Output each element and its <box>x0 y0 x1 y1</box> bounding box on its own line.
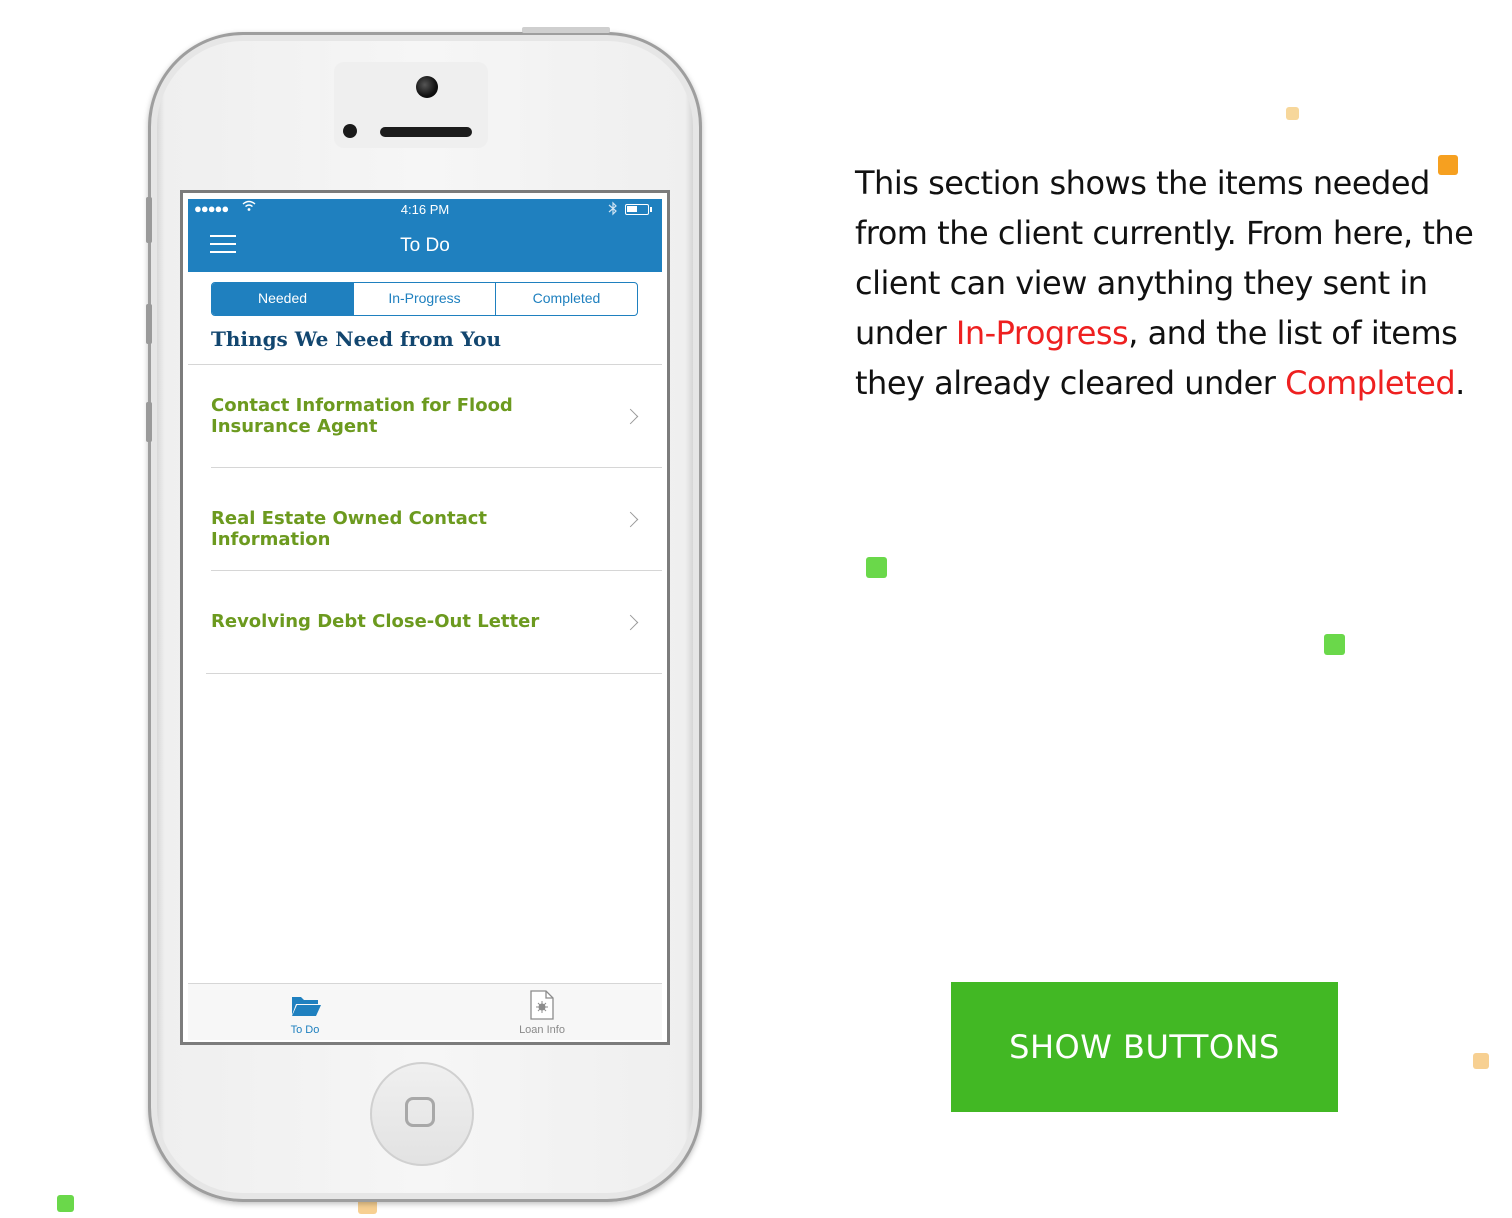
mute-switch <box>146 197 152 243</box>
volume-down-button <box>146 402 152 442</box>
list-item[interactable]: Revolving Debt Close-Out Letter <box>188 571 662 673</box>
show-buttons-button[interactable]: SHOW BUTTONS <box>951 982 1338 1112</box>
divider <box>206 673 662 674</box>
decorative-dot <box>866 557 887 578</box>
battery-icon <box>625 204 649 215</box>
chevron-right-icon <box>622 511 639 528</box>
list-item-label: Real Estate Owned Contact Information <box>211 508 488 550</box>
list-item[interactable]: Real Estate Owned Contact Information <box>188 468 662 570</box>
front-camera <box>416 76 438 98</box>
segment-in-progress[interactable]: In-Progress <box>353 283 495 315</box>
decorative-dot <box>57 1195 74 1212</box>
phone-screen: ●●●●● 4:16 PM To Do Needed In-Progress C… <box>180 190 670 1045</box>
decorative-dot <box>1324 634 1345 655</box>
phone-mockup: ●●●●● 4:16 PM To Do Needed In-Progress C… <box>146 27 702 1202</box>
section-title: Things We Need from You <box>211 327 501 351</box>
battery-tip <box>650 207 652 212</box>
tab-loan-info[interactable]: Loan Info <box>482 984 602 1040</box>
segmented-control: Needed In-Progress Completed <box>211 282 638 316</box>
home-square-icon <box>405 1097 435 1127</box>
volume-up-button <box>146 304 152 344</box>
chevron-right-icon <box>622 614 639 631</box>
description-part: . <box>1455 364 1465 402</box>
proximity-sensor <box>343 124 357 138</box>
nav-title: To Do <box>400 235 450 256</box>
earpiece-speaker <box>380 127 472 137</box>
status-bar: ●●●●● 4:16 PM <box>188 199 662 220</box>
bluetooth-icon <box>608 201 618 219</box>
tab-bar: To Do Loan Info <box>188 983 662 1040</box>
nav-bar: To Do <box>188 220 662 272</box>
description-text: This section shows the items needed from… <box>855 158 1495 408</box>
segment-completed[interactable]: Completed <box>495 283 637 315</box>
folder-icon <box>290 994 322 1023</box>
document-icon <box>529 990 555 1025</box>
completed-highlight: Completed <box>1285 364 1456 402</box>
segment-needed[interactable]: Needed <box>212 283 353 315</box>
decorative-dot <box>1473 1053 1489 1069</box>
decorative-dot <box>1286 107 1299 120</box>
status-time: 4:16 PM <box>400 202 450 217</box>
tab-label: To Do <box>290 1024 320 1036</box>
in-progress-highlight: In-Progress <box>955 314 1129 352</box>
chevron-right-icon <box>622 408 639 425</box>
tab-label: Loan Info <box>519 1024 565 1036</box>
list-item-label: Revolving Debt Close-Out Letter <box>211 611 540 632</box>
list-item[interactable]: Contact Information for Flood Insurance … <box>188 365 662 467</box>
power-button <box>522 27 610 33</box>
tab-to-do[interactable]: To Do <box>245 984 365 1040</box>
home-button[interactable] <box>370 1062 474 1166</box>
list-item-label: Contact Information for Flood Insurance … <box>211 395 513 437</box>
